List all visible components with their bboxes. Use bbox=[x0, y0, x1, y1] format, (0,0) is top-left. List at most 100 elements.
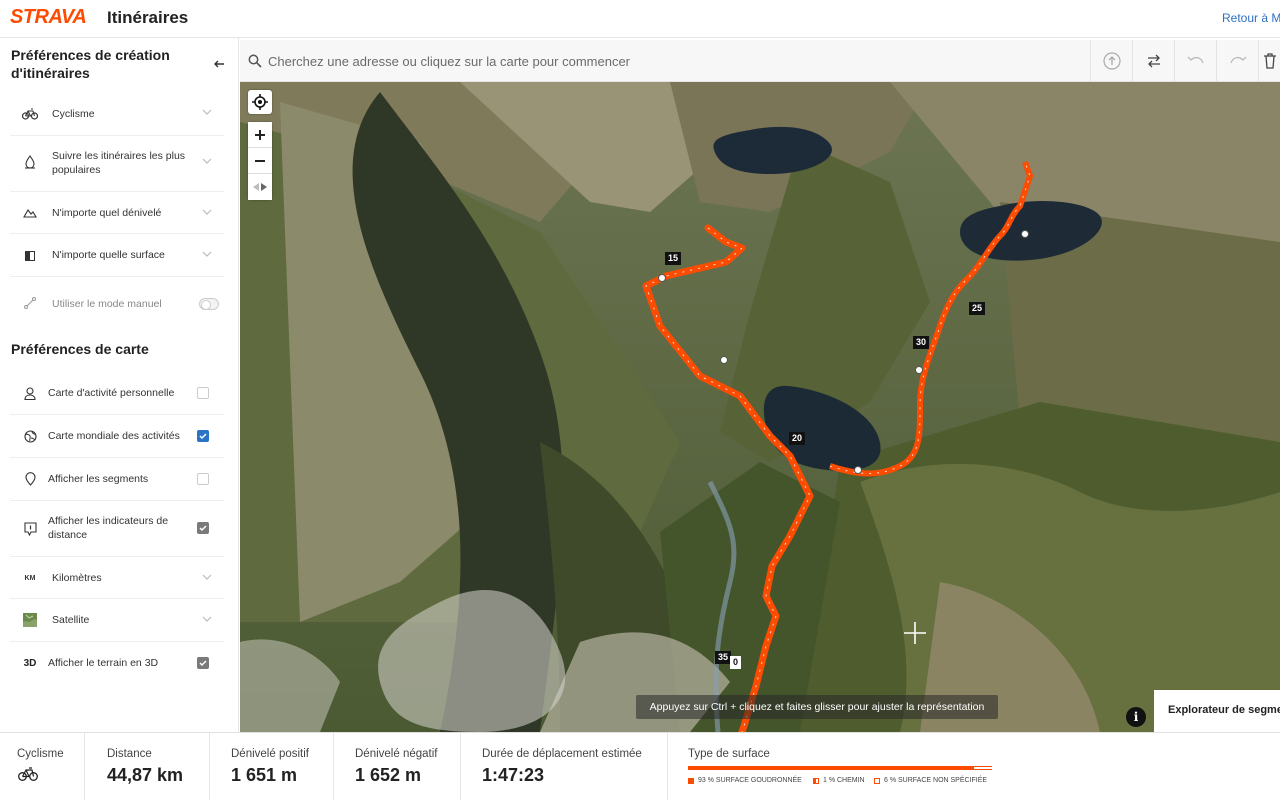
stat-duration-value: 1:47:23 bbox=[482, 765, 545, 785]
route-pref-sport[interactable]: Cyclisme bbox=[10, 93, 224, 136]
top-header: STRAVA Itinéraires Retour à Mo bbox=[0, 0, 1280, 38]
segments-checkbox[interactable] bbox=[197, 473, 209, 485]
chevron-down-icon bbox=[202, 574, 212, 584]
chevron-down-icon bbox=[202, 158, 212, 168]
km-marker: 35 bbox=[715, 651, 732, 664]
route-pref-label: N'importe quel dénivelé bbox=[52, 207, 162, 219]
compass-icon bbox=[253, 183, 267, 191]
surface-breakdown-bar bbox=[688, 766, 992, 770]
km-marker: 25 bbox=[969, 302, 986, 315]
zoom-in-button[interactable] bbox=[248, 122, 272, 148]
person-icon bbox=[22, 385, 38, 401]
chevron-down-icon bbox=[202, 109, 212, 119]
terrain-label: Afficher le terrain en 3D bbox=[48, 657, 159, 669]
route-pref-label: Suivre les itinéraires les plus populair… bbox=[52, 150, 186, 176]
map-pref-personal-heatmap[interactable]: Carte d'activité personnelle bbox=[10, 372, 224, 415]
stat-elev-gain: Dénivelé positif 1 651 m bbox=[210, 733, 334, 800]
stat-duration: Durée de déplacement estimée 1:47:23 bbox=[461, 733, 668, 800]
collapse-sidebar-button[interactable] bbox=[213, 58, 227, 72]
distance-markers-checkbox[interactable] bbox=[197, 522, 209, 534]
stat-elev-loss: Dénivelé négatif 1 652 m bbox=[334, 733, 461, 800]
elevation-icon bbox=[22, 205, 38, 221]
search-input[interactable] bbox=[268, 50, 1068, 72]
personal-heatmap-checkbox[interactable] bbox=[197, 387, 209, 399]
trash-icon bbox=[1264, 53, 1276, 69]
stat-duration-label: Durée de déplacement estimée bbox=[482, 748, 642, 760]
segment-explorer-button[interactable]: Explorateur de segme bbox=[1154, 690, 1280, 732]
terrain-3d-icon: 3D bbox=[23, 657, 37, 669]
map-pref-label: Carte d'activité personnelle bbox=[48, 387, 175, 399]
surface-unspecified-segment bbox=[974, 767, 992, 769]
distance-marker-icon bbox=[22, 521, 38, 537]
reverse-route-button[interactable] bbox=[1132, 40, 1174, 82]
swatch bbox=[874, 777, 880, 784]
preferences-sidebar: Préférences de création d'itinéraires Cy… bbox=[0, 38, 239, 732]
map-pref-segments[interactable]: Afficher les segments bbox=[10, 458, 224, 501]
undo-button[interactable] bbox=[1174, 40, 1216, 82]
manual-mode-toggle[interactable] bbox=[199, 298, 219, 310]
page-title: Itinéraires bbox=[107, 8, 189, 27]
units-label: Kilomètres bbox=[52, 572, 102, 584]
surface-legend-path: 1 % CHEMIN bbox=[813, 777, 865, 784]
chevron-down-icon bbox=[202, 251, 212, 261]
route-map[interactable]: 15 20 25 30 35 0 Appuyez sur Ctrl + cliq… bbox=[240, 82, 1280, 732]
route-pref-surface[interactable]: N'importe quelle surface bbox=[10, 234, 224, 277]
route-pref-popularity[interactable]: Suivre les itinéraires les plus populair… bbox=[10, 136, 224, 192]
terrain-3d-checkbox[interactable] bbox=[197, 657, 209, 669]
stat-surface-label: Type de surface bbox=[688, 748, 770, 760]
route-pref-label: Cyclisme bbox=[52, 108, 95, 120]
manual-mode-row: Utiliser le mode manuel bbox=[10, 277, 224, 327]
satellite-thumbnail-icon bbox=[22, 612, 38, 628]
map-pref-global-heatmap[interactable]: Carte mondiale des activités bbox=[10, 415, 224, 458]
global-heatmap-checkbox[interactable] bbox=[197, 430, 209, 442]
route-prefs-title: Préférences de création d'itinéraires bbox=[11, 47, 170, 81]
plus-icon bbox=[255, 129, 265, 140]
delete-route-button[interactable] bbox=[1258, 40, 1280, 82]
swatch bbox=[688, 777, 694, 784]
km-marker: 15 bbox=[665, 252, 682, 265]
stat-distance-value: 44,87 km bbox=[107, 765, 184, 785]
map-pref-distance-markers[interactable]: Afficher les indicateurs de distance bbox=[10, 501, 224, 557]
upload-icon bbox=[1102, 52, 1121, 70]
route-stats-bar: Cyclisme Distance 44,87 km Dénivelé posi… bbox=[0, 732, 1280, 800]
surface-icon bbox=[22, 248, 38, 264]
km-marker: 0 bbox=[730, 656, 742, 669]
bike-icon bbox=[22, 106, 38, 122]
chevron-down-icon bbox=[202, 616, 212, 626]
surface-legend-paved: 93 % SURFACE GOUDRONNÉE bbox=[688, 777, 802, 784]
compass-button[interactable] bbox=[248, 174, 272, 200]
stat-distance: Distance 44,87 km bbox=[85, 733, 210, 800]
stat-sport: Cyclisme bbox=[0, 733, 85, 800]
map-pref-label: Afficher les indicateurs de distance bbox=[48, 515, 169, 541]
stat-elev-gain-value: 1 651 m bbox=[231, 765, 298, 785]
manual-mode-label: Utiliser le mode manuel bbox=[52, 298, 162, 310]
popularity-icon bbox=[22, 154, 38, 170]
map-pref-map-type[interactable]: Satellite bbox=[10, 599, 224, 642]
locate-button[interactable] bbox=[248, 90, 272, 114]
strava-logo[interactable]: STRAVA bbox=[10, 6, 87, 29]
minus-icon bbox=[255, 159, 265, 162]
units-km-icon: KM bbox=[24, 574, 36, 582]
route-pref-elevation[interactable]: N'importe quel dénivelé bbox=[10, 192, 224, 234]
segment-pin-icon bbox=[22, 471, 38, 487]
chevron-down-icon bbox=[202, 209, 212, 219]
back-link[interactable]: Retour à Mo bbox=[1222, 11, 1280, 25]
km-marker: 30 bbox=[913, 336, 930, 349]
manual-route-icon bbox=[22, 295, 38, 311]
locate-icon bbox=[252, 94, 268, 110]
redo-button[interactable] bbox=[1216, 40, 1258, 82]
map-pref-units[interactable]: KM Kilomètres bbox=[10, 557, 224, 599]
map-pref-3d-terrain[interactable]: 3D Afficher le terrain en 3D bbox=[10, 642, 224, 684]
info-button[interactable]: i bbox=[1126, 707, 1146, 727]
surface-legend-text: 93 % SURFACE GOUDRONNÉE bbox=[698, 777, 802, 784]
map-pref-label: Afficher les segments bbox=[48, 473, 149, 485]
map-type-label: Satellite bbox=[52, 614, 90, 626]
zoom-out-button[interactable] bbox=[248, 148, 272, 174]
redo-icon bbox=[1229, 56, 1246, 64]
zoom-controls bbox=[248, 122, 272, 200]
undo-icon bbox=[1187, 56, 1204, 64]
swap-icon bbox=[1147, 54, 1160, 68]
arrow-left-icon bbox=[214, 60, 224, 68]
swatch bbox=[813, 777, 819, 784]
upload-button[interactable] bbox=[1090, 40, 1132, 82]
